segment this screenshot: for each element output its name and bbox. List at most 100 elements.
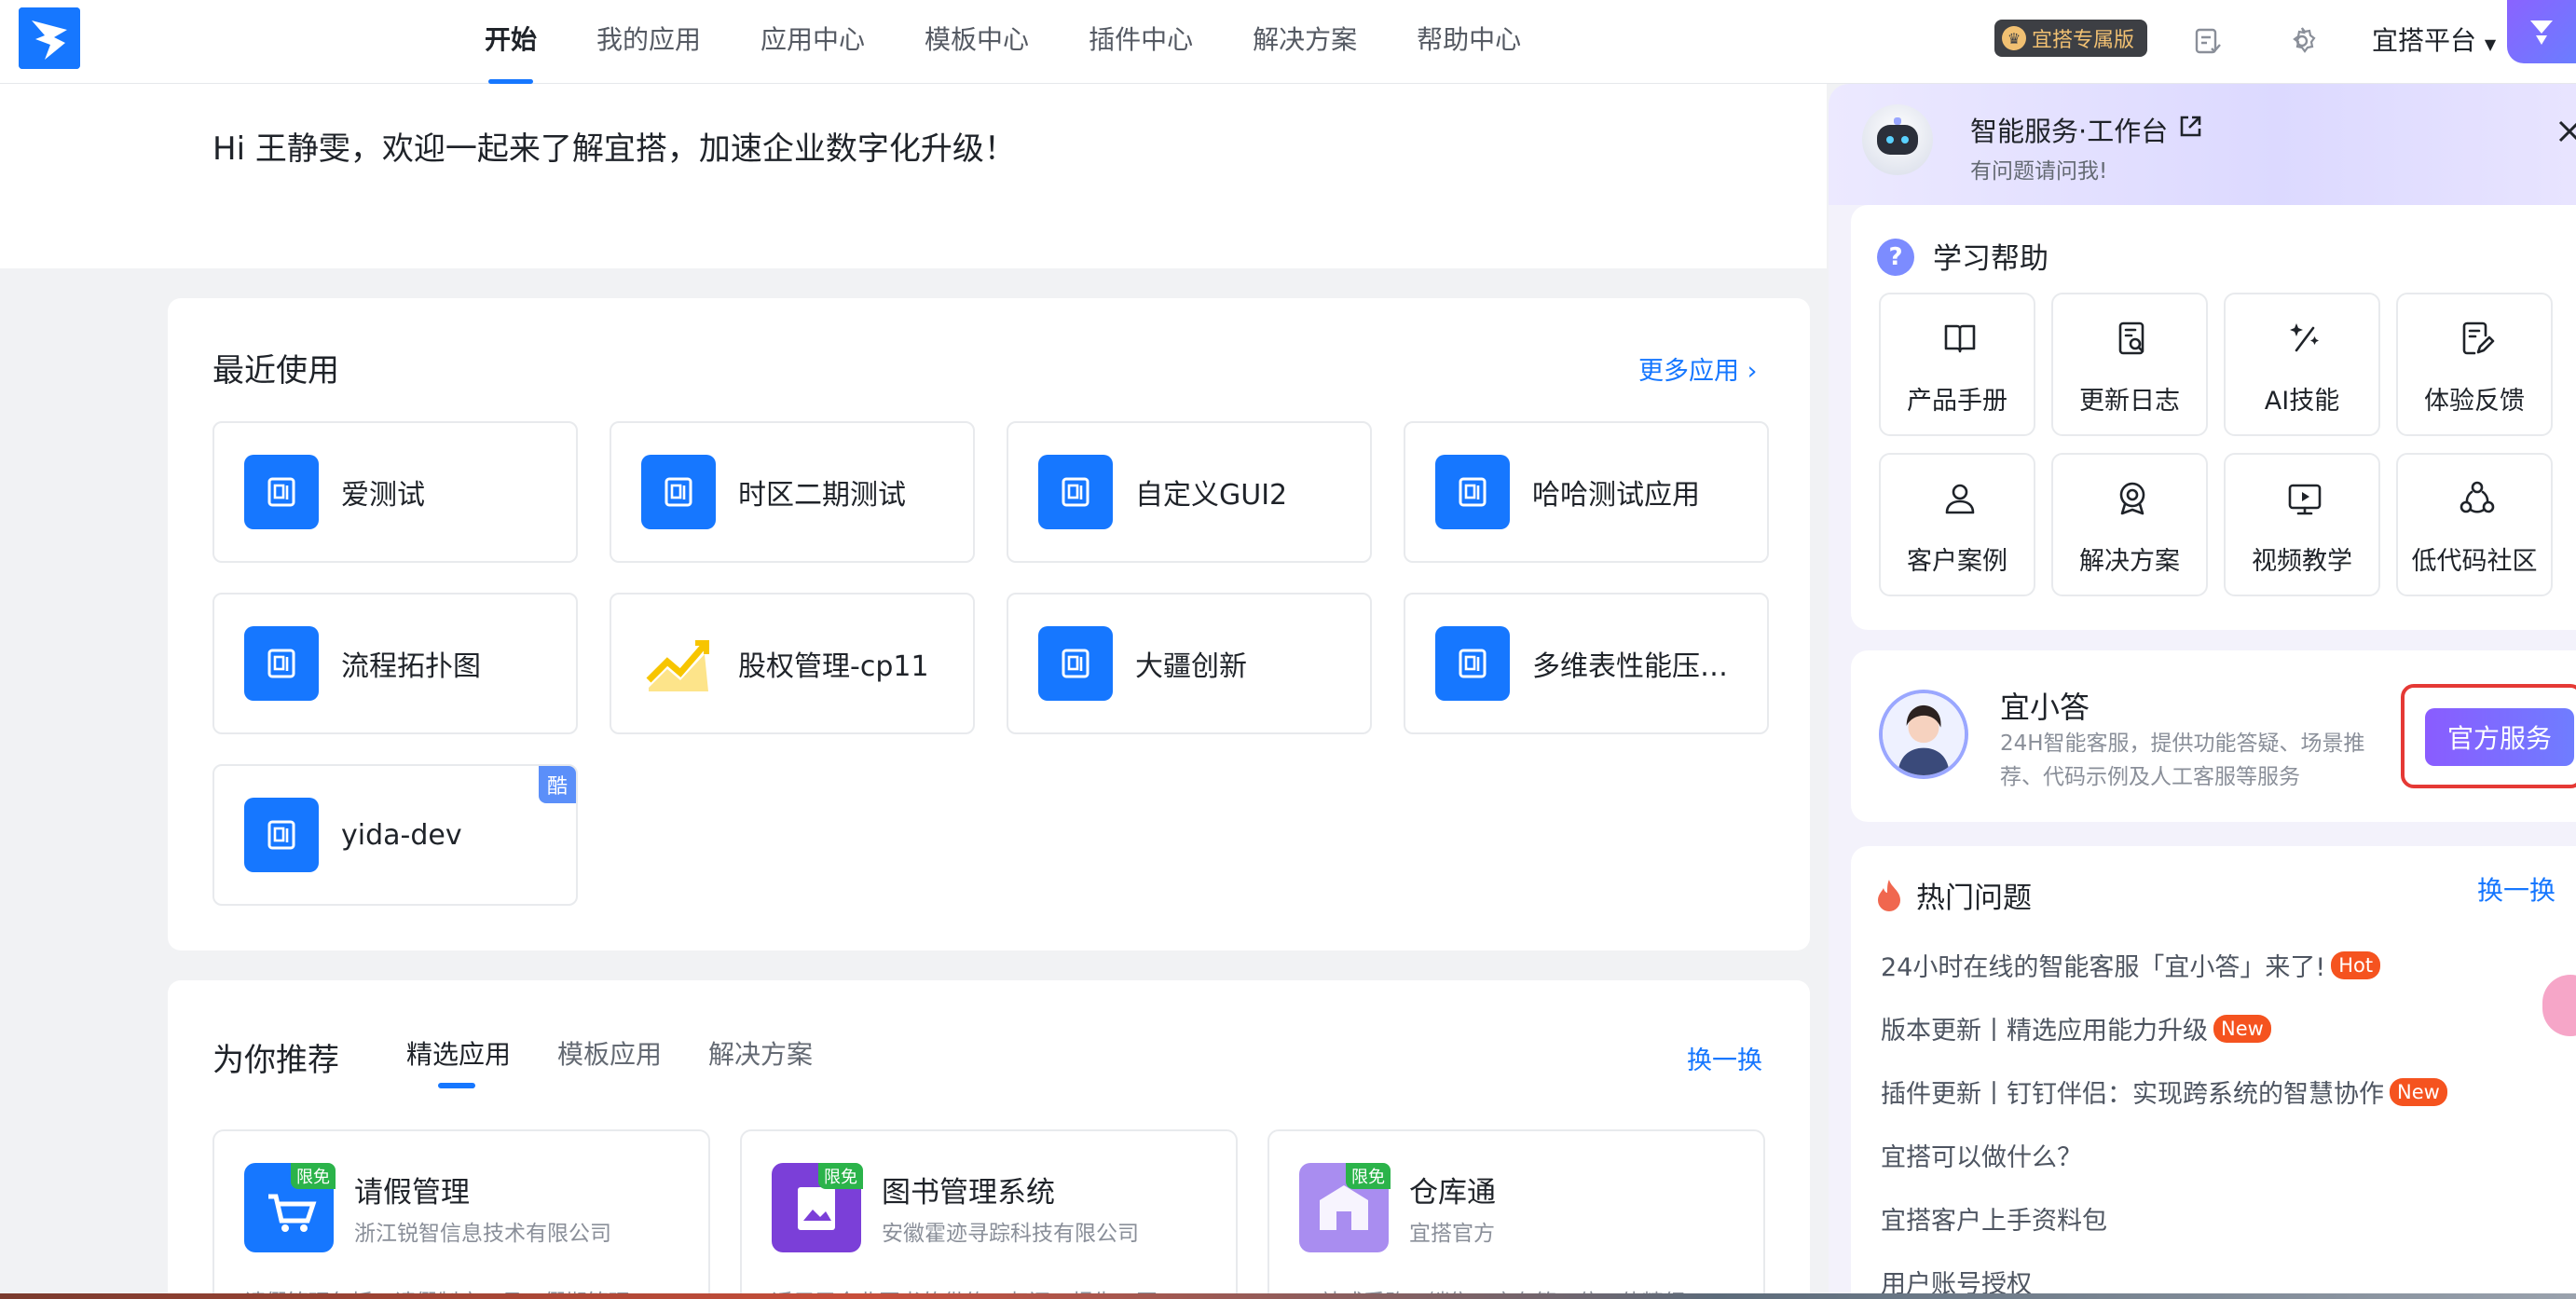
nav-tab-start[interactable]: 开始 [485, 0, 537, 84]
recent-app-name: 多维表性能压… [1532, 650, 1728, 683]
recent-app-tile[interactable]: 哈哈测试应用 [1404, 421, 1769, 563]
close-icon[interactable] [2555, 117, 2576, 145]
recommend-org: 安徽霍迹寻踪科技有限公司 [882, 1222, 1139, 1246]
nav-tab-my-apps[interactable]: 我的应用 [596, 0, 701, 84]
official-service-highlight: 官方服务 [2401, 684, 2576, 788]
help-tile-label: 产品手册 [1907, 387, 2007, 416]
recommend-name: 图书管理系统 [882, 1176, 1055, 1210]
recent-app-name: 爱测试 [341, 479, 425, 512]
panel-title: 智能服务·工作台 [1970, 116, 2169, 147]
more-apps-label: 更多应用 [1638, 357, 1739, 386]
yida-logo-icon [19, 7, 80, 69]
edition-badge-label: 宜搭专属版 [2032, 29, 2135, 52]
recent-app-tile[interactable]: 大疆创新 [1007, 593, 1372, 734]
welcome-text: Hi 王静雯，欢迎一起来了解宜搭，加速企业数字化升级！ [212, 130, 1016, 168]
hot-question-text: 插件更新丨钉钉伴侣：实现跨系统的智慧协作 [1881, 1080, 2384, 1109]
recent-app-tile[interactable]: yida-dev 酷 [212, 764, 578, 906]
user-avatar[interactable] [2507, 0, 2576, 63]
chart-icon [641, 626, 716, 701]
form-icon [1038, 626, 1113, 701]
free-tag: 限免 [291, 1163, 336, 1189]
recommend-tile[interactable]: 限免请假管理浙江锐智信息技术有限公司请假管理包括：请假制度、员工假期管理 [212, 1129, 710, 1299]
tab-solutions[interactable]: 解决方案 [708, 1034, 813, 1072]
recommend-name: 请假管理 [354, 1176, 470, 1210]
nav-tab-solutions[interactable]: 解决方案 [1253, 0, 1357, 84]
hot-question-item[interactable]: 宜搭可以做什么？ [1881, 1137, 2082, 1173]
recent-app-tile[interactable]: 股权管理-cp11 [610, 593, 975, 734]
platform-switcher[interactable]: 宜搭平台 ▼ [2372, 21, 2496, 58]
recent-title: 最近使用 [212, 352, 339, 390]
dock-strip [0, 1293, 2576, 1299]
form-icon [244, 455, 319, 529]
help-tile-log[interactable]: 更新日志 [2051, 293, 2208, 436]
help-tile-label: 体验反馈 [2424, 387, 2525, 416]
app-corner-tag: 酷 [539, 766, 576, 803]
chevron-right-icon: › [1747, 357, 1758, 386]
store-icon: 限免 [1299, 1163, 1391, 1252]
learning-help-title: 学习帮助 [1933, 242, 2048, 276]
recommend-swap-link[interactable]: 换一换 [1687, 1040, 1762, 1076]
top-navigation-bar: 开始 我的应用 应用中心 模板中心 插件中心 解决方案 帮助中心 ♛ 宜搭专属版… [0, 0, 2576, 84]
recommend-name: 仓库通 [1409, 1176, 1496, 1210]
tab-featured-apps[interactable]: 精选应用 [406, 1034, 511, 1088]
recommend-tile[interactable]: 限免仓库通宜搭官方一站式采购、销售、库存第三位一体精细 [1267, 1129, 1765, 1299]
assistant-description: 24H智能客服，提供功能答疑、场景推荐、代码示例及人工客服等服务 [2000, 732, 2365, 789]
nav-tab-plugin-center[interactable]: 插件中心 [1089, 0, 1193, 84]
panel-subtitle: 有问题请问我! [1970, 159, 2108, 184]
hot-question-item[interactable]: 宜搭客户上手资料包 [1881, 1200, 2107, 1237]
help-tile-badge[interactable]: 解决方案 [2051, 453, 2208, 596]
recent-app-tile[interactable]: 多维表性能压… [1404, 593, 1769, 734]
help-tile-book[interactable]: 产品手册 [1879, 293, 2035, 436]
help-tile-label: 视频教学 [2252, 547, 2352, 576]
question-icon: ? [1877, 239, 1914, 276]
fire-icon [1878, 880, 1900, 911]
hot-question-item[interactable]: 插件更新丨钉钉伴侣：实现跨系统的智慧协作 New [1881, 1073, 2447, 1110]
hot-question-item[interactable]: 24小时在线的智能客服「宜小答」来了! Hot [1881, 947, 2381, 983]
help-tile-video[interactable]: 视频教学 [2224, 453, 2380, 596]
recommend-org: 宜搭官方 [1409, 1222, 1495, 1246]
panel-header: 智能服务·工作台 有问题请问我! [1829, 84, 2576, 205]
recent-app-tile[interactable]: 流程拓扑图 [212, 593, 578, 734]
nav-tab-template-center[interactable]: 模板中心 [925, 0, 1029, 84]
official-service-button[interactable]: 官方服务 [2425, 708, 2574, 766]
assistant-card: 宜小答 24H智能客服，提供功能答疑、场景推荐、代码示例及人工客服等服务 官方服… [1851, 650, 2576, 822]
form-icon [1435, 455, 1510, 529]
hot-question-tag: New [2390, 1077, 2447, 1106]
nav-tab-help-center[interactable]: 帮助中心 [1417, 0, 1521, 84]
edition-badge[interactable]: ♛ 宜搭专属版 [1994, 20, 2148, 57]
external-link-icon[interactable] [2175, 112, 2205, 142]
hot-question-text: 宜搭可以做什么？ [1881, 1143, 2082, 1172]
gear-icon[interactable] [2281, 21, 2323, 62]
recent-app-tile[interactable]: 爱测试 [212, 421, 578, 563]
recent-app-name: 大疆创新 [1135, 650, 1247, 683]
book-icon: 限免 [772, 1163, 863, 1252]
yida-logo[interactable] [19, 7, 80, 69]
recent-app-tile[interactable]: 自定义GUI2 [1007, 421, 1372, 563]
nav-tab-app-center[interactable]: 应用中心 [760, 0, 865, 84]
page: 开始 我的应用 应用中心 模板中心 插件中心 解决方案 帮助中心 ♛ 宜搭专属版… [0, 0, 2576, 1299]
task-icon[interactable] [2186, 21, 2227, 62]
recent-app-name: 哈哈测试应用 [1532, 479, 1700, 512]
form-icon [641, 455, 716, 529]
hot-question-tag: Hot [2331, 950, 2381, 979]
form-icon [1038, 455, 1113, 529]
robot-icon [1862, 104, 1933, 175]
recent-app-tile[interactable]: 时区二期测试 [610, 421, 975, 563]
hot-question-tag: New [2213, 1014, 2271, 1043]
recommend-tabs: 精选应用 模板应用 解决方案 [406, 1034, 859, 1088]
hot-questions-swap-link[interactable]: 换一换 [2477, 870, 2555, 908]
hot-question-item[interactable]: 版本更新丨精选应用能力升级 New [1881, 1010, 2271, 1046]
help-tile-ai[interactable]: AI技能 [2224, 293, 2380, 436]
recommend-tile[interactable]: 限免图书管理系统安徽霍迹寻踪科技有限公司适用于企业图书的借约、归还、报失、图 [740, 1129, 1238, 1299]
form-icon [244, 626, 319, 701]
help-tile-user[interactable]: 客户案例 [1879, 453, 2035, 596]
help-tile-feedback[interactable]: 体验反馈 [2396, 293, 2553, 436]
help-tile-label: 解决方案 [2079, 547, 2180, 576]
tab-template-apps[interactable]: 模板应用 [557, 1034, 662, 1072]
assistant-portrait-icon [1883, 693, 1965, 775]
help-tile-label: 更新日志 [2079, 387, 2180, 416]
recent-app-name: 自定义GUI2 [1135, 479, 1288, 512]
more-apps-link[interactable]: 更多应用 › [1638, 350, 1757, 387]
hot-question-text: 版本更新丨精选应用能力升级 [1881, 1017, 2208, 1046]
help-tile-community[interactable]: 低代码社区 [2396, 453, 2553, 596]
